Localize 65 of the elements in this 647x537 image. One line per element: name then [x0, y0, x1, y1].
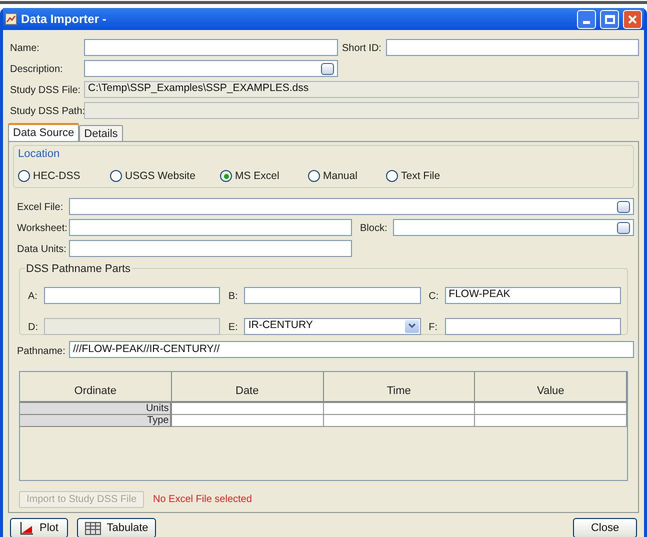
input-field[interactable] — [44, 286, 220, 304]
radio-button[interactable] — [18, 170, 30, 182]
close-button[interactable] — [623, 10, 642, 28]
browse-button[interactable] — [617, 222, 630, 234]
minimize-button[interactable] — [577, 10, 596, 28]
field-label: E: — [228, 322, 238, 333]
input-field[interactable] — [444, 318, 621, 334]
chevron-icon — [404, 320, 419, 332]
field-label: Study DSS File: — [10, 85, 81, 96]
column-header: Ordinate — [20, 372, 172, 403]
app-icon — [5, 13, 17, 25]
close-dialog-button[interactable]: Close — [573, 518, 637, 537]
field-label: F: — [428, 322, 438, 333]
dropdown[interactable]: IR-CENTURY — [244, 318, 421, 334]
field-label: Data Units: — [17, 244, 66, 255]
tab[interactable]: Data Source — [8, 123, 80, 141]
input-field[interactable]: FLOW-PEAK — [444, 286, 621, 304]
radio-label[interactable]: USGS Website — [125, 168, 196, 184]
tab[interactable]: Details — [79, 125, 123, 141]
field-label: Excel File: — [17, 202, 64, 213]
maximize-button[interactable] — [600, 10, 619, 28]
input-field[interactable] — [69, 198, 634, 214]
radio-label[interactable]: MS Excel — [235, 168, 280, 184]
radio-label[interactable]: Text File — [401, 168, 440, 184]
input-field[interactable] — [386, 38, 639, 56]
radio-button[interactable] — [308, 170, 320, 182]
status-message: No Excel File selected — [153, 493, 252, 507]
input-field: C:\Temp\SSP_Examples\SSP_EXAMPLES.dss — [84, 80, 639, 98]
window-title: Data Importer - — [21, 11, 108, 28]
field-label: Short ID: — [342, 43, 382, 54]
column-header: Date — [172, 372, 324, 403]
input-field[interactable] — [244, 286, 421, 304]
radio-label[interactable]: Manual — [323, 168, 358, 184]
input-field[interactable] — [393, 218, 634, 236]
field-label: Worksheet: — [17, 223, 68, 234]
field-label: A: — [28, 291, 38, 302]
radio-button[interactable] — [386, 170, 398, 182]
field-label: C: — [428, 291, 439, 302]
field-label: D: — [28, 322, 38, 333]
table-icon — [84, 522, 101, 534]
radio-button[interactable] — [220, 170, 232, 182]
field-label: Name: — [10, 43, 40, 54]
input-field[interactable] — [69, 218, 352, 236]
group-title: Location — [18, 147, 60, 162]
tabulate-button[interactable]: Tabulate — [77, 518, 156, 537]
input-field[interactable]: ///FLOW-PEAK//IR-CENTURY// — [69, 341, 634, 358]
plot-button[interactable]: Plot — [10, 518, 68, 537]
field-label: Study DSS Path: — [10, 106, 86, 117]
field-label: Pathname: — [17, 346, 66, 356]
close-icon — [628, 14, 637, 24]
input-field[interactable] — [84, 60, 338, 76]
input-field[interactable] — [69, 240, 352, 256]
row-header: Type — [20, 415, 172, 427]
column-header: Value — [475, 372, 627, 403]
radio-button[interactable] — [110, 170, 122, 182]
field-label: B: — [228, 291, 238, 302]
field-label: Block: — [360, 223, 388, 234]
browse-button[interactable] — [321, 62, 334, 74]
row-header: Units — [20, 403, 172, 415]
radio-label[interactable]: HEC-DSS — [33, 168, 80, 184]
field-label: Description: — [10, 64, 63, 75]
column-header: Time — [324, 372, 476, 403]
chart-icon — [20, 521, 34, 535]
browse-button[interactable] — [617, 200, 630, 212]
input-field[interactable] — [84, 38, 338, 56]
